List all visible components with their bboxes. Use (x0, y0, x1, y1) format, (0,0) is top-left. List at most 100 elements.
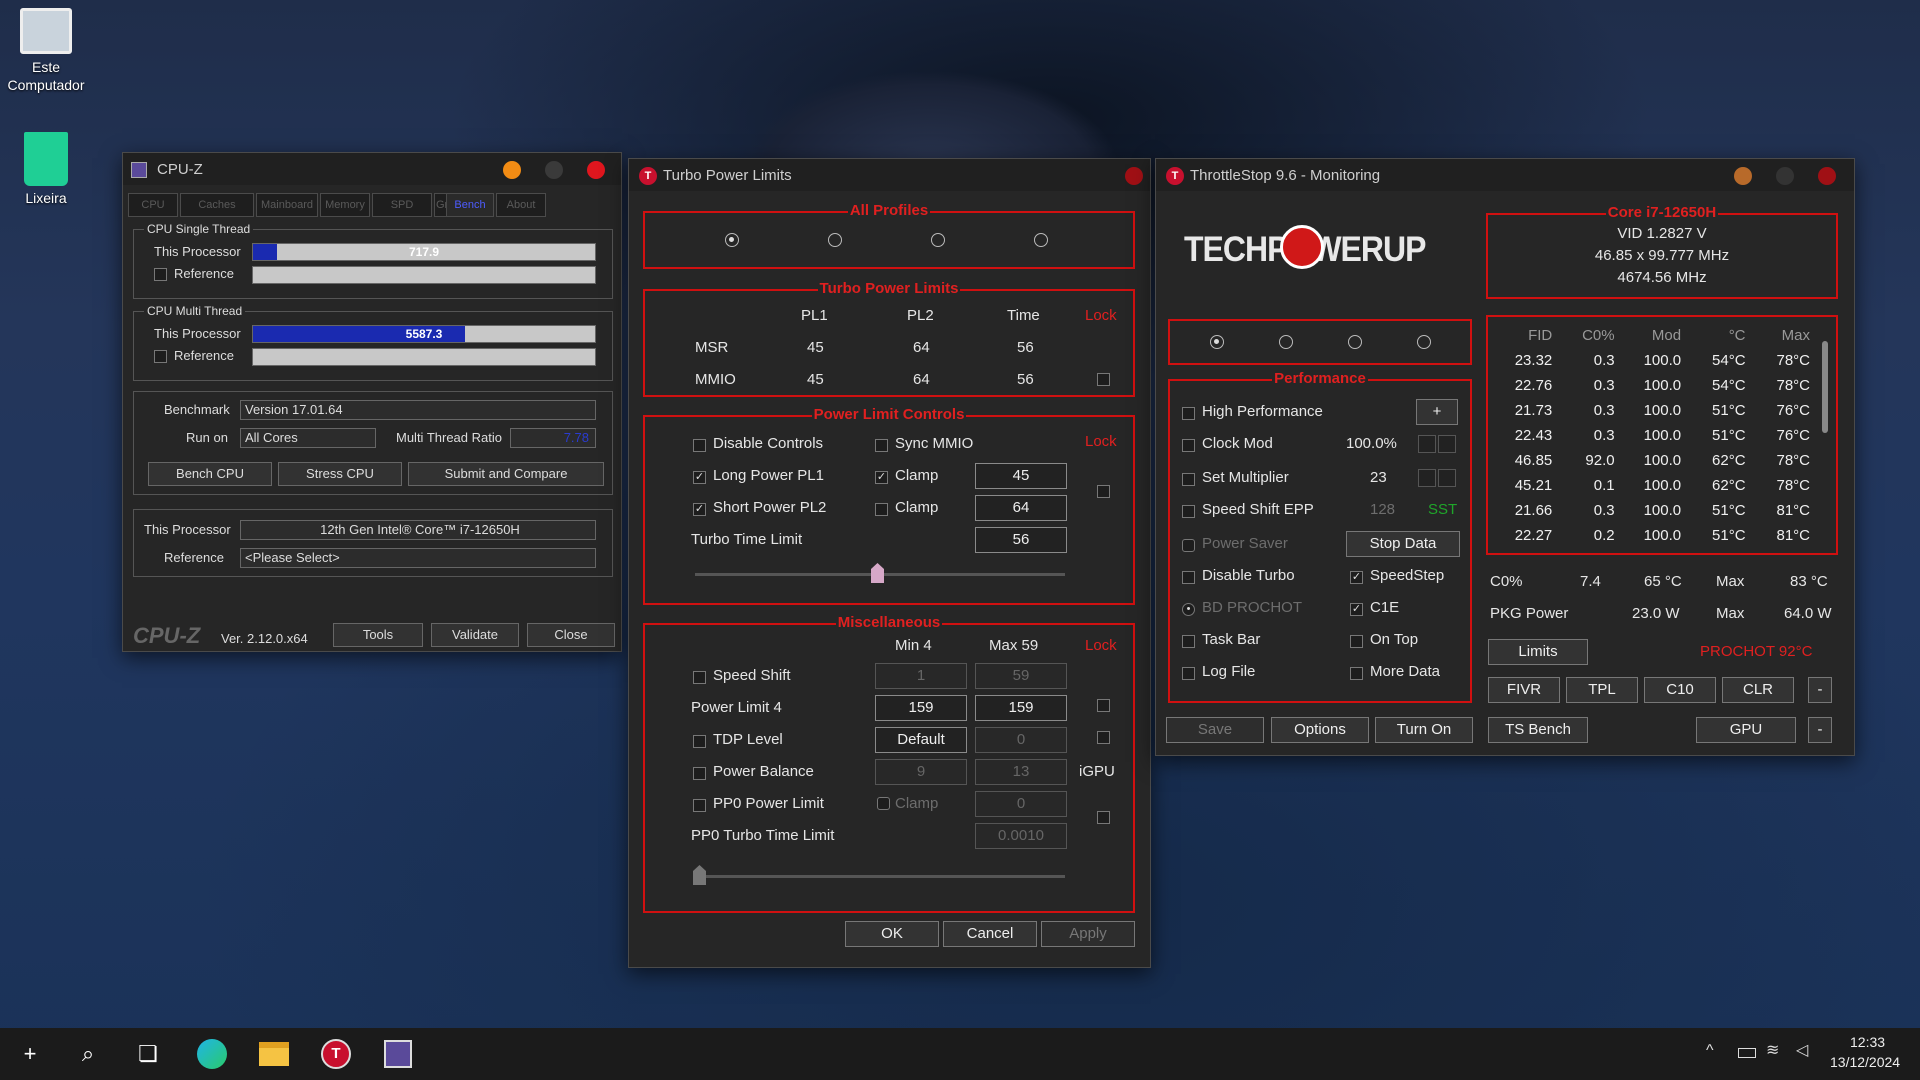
tab-memory[interactable]: Memory (320, 193, 370, 217)
turbo-time-slider-thumb[interactable] (871, 563, 884, 583)
sync-mmio-checkbox[interactable] (875, 439, 888, 452)
profile-radio-3[interactable] (1348, 335, 1362, 349)
stress-cpu-button[interactable]: Stress CPU (278, 462, 402, 486)
bench-cpu-button[interactable]: Bench CPU (148, 462, 272, 486)
apply-button[interactable]: Apply (1041, 921, 1135, 947)
clr-button[interactable]: CLR (1722, 677, 1794, 703)
tools-button[interactable]: Tools (333, 623, 423, 647)
profile-radio-2[interactable] (1279, 335, 1293, 349)
close-button[interactable] (587, 161, 605, 179)
ok-button[interactable]: OK (845, 921, 939, 947)
wifi-icon[interactable]: ≋ (1766, 1040, 1779, 1060)
tray-chevron-icon[interactable]: ^ (1706, 1042, 1714, 1060)
file-explorer-icon[interactable] (256, 1036, 292, 1072)
table-scrollbar[interactable] (1822, 341, 1828, 433)
close-button[interactable] (1818, 167, 1836, 185)
pl-lock-checkbox[interactable] (1097, 485, 1110, 498)
tdp-level-max[interactable]: 0 (975, 727, 1067, 753)
more-data-checkbox[interactable] (1350, 667, 1363, 680)
pl4-max[interactable]: 159 (975, 695, 1067, 721)
set-multiplier-checkbox[interactable] (1182, 473, 1195, 486)
tdp-lock-checkbox[interactable] (1097, 731, 1110, 744)
close-button[interactable] (1125, 167, 1143, 185)
desktop-icon-computer[interactable]: Este Computador (6, 8, 86, 94)
benchmark-select[interactable]: Version 17.01.64 (240, 400, 596, 420)
tpl-titlebar[interactable]: T Turbo Power Limits (629, 159, 1150, 191)
limits-button[interactable]: Limits (1488, 639, 1588, 665)
gpu-button[interactable]: GPU (1696, 717, 1796, 743)
clock-mod-checkbox[interactable] (1182, 439, 1195, 452)
tab-about[interactable]: About (496, 193, 546, 217)
close-button-footer[interactable]: Close (527, 623, 615, 647)
speed-shift-epp-checkbox[interactable] (1182, 505, 1195, 518)
profile-radio-1[interactable] (725, 233, 739, 247)
clock-time[interactable]: 12:33 (1850, 1034, 1885, 1050)
power-balance-checkbox[interactable] (693, 767, 706, 780)
throttlestop-taskbar-icon[interactable]: T (318, 1036, 354, 1072)
cpuz-taskbar-icon[interactable] (380, 1036, 416, 1072)
minimize-button[interactable] (1734, 167, 1752, 185)
long-power-checkbox[interactable]: ✓ (693, 471, 706, 484)
c10-button[interactable]: C10 (1644, 677, 1716, 703)
ts-titlebar[interactable]: T ThrottleStop 9.6 - Monitoring (1156, 159, 1854, 191)
multiplier-spin-up[interactable] (1438, 469, 1456, 487)
pp0-clamp-checkbox[interactable] (877, 797, 890, 810)
volume-icon[interactable]: ◁ (1796, 1040, 1808, 1060)
pl4-min[interactable]: 159 (875, 695, 967, 721)
pp0-slider-thumb[interactable] (693, 865, 706, 885)
tab-cpu[interactable]: CPU (128, 193, 178, 217)
profile-radio-4[interactable] (1417, 335, 1431, 349)
pl4-lock-checkbox[interactable] (1097, 699, 1110, 712)
clock-mod-spin-up[interactable] (1438, 435, 1456, 453)
pl2-input[interactable]: 64 (975, 495, 1067, 521)
save-button[interactable]: Save (1166, 717, 1264, 743)
reference-checkbox[interactable] (154, 268, 167, 281)
run-on-select[interactable]: All Cores (240, 428, 376, 448)
validate-button[interactable]: Validate (431, 623, 519, 647)
stop-data-button[interactable]: Stop Data (1346, 531, 1460, 557)
disable-turbo-checkbox[interactable] (1182, 571, 1195, 584)
pp0-slider-track[interactable] (695, 875, 1065, 878)
power-balance-max[interactable]: 13 (975, 759, 1067, 785)
pp0-limit-checkbox[interactable] (693, 799, 706, 812)
fivr-button[interactable]: FIVR (1488, 677, 1560, 703)
turn-on-button[interactable]: Turn On (1375, 717, 1473, 743)
high-performance-checkbox[interactable] (1182, 407, 1195, 420)
disable-controls-checkbox[interactable] (693, 439, 706, 452)
log-file-checkbox[interactable] (1182, 667, 1195, 680)
clock-mod-spin-down[interactable] (1418, 435, 1436, 453)
tpl-button[interactable]: TPL (1566, 677, 1638, 703)
tdp-level-checkbox[interactable] (693, 735, 706, 748)
edge-icon[interactable] (194, 1036, 230, 1072)
cancel-button[interactable]: Cancel (943, 921, 1037, 947)
tab-bench[interactable]: Bench (446, 193, 494, 217)
plus-icon[interactable]: + (12, 1036, 48, 1072)
task-bar-checkbox[interactable] (1182, 635, 1195, 648)
profile-radio-3[interactable] (931, 233, 945, 247)
plus-button[interactable]: + (1416, 399, 1458, 425)
tab-caches[interactable]: Caches (180, 193, 254, 217)
ref-select[interactable]: <Please Select> (240, 548, 596, 568)
tab-spd[interactable]: SPD (372, 193, 432, 217)
desktop-icon-recycle-bin[interactable]: Lixeira (6, 132, 86, 206)
clock-date[interactable]: 13/12/2024 (1830, 1054, 1900, 1070)
tab-mainboard[interactable]: Mainboard (256, 193, 318, 217)
power-saver-checkbox[interactable] (1182, 539, 1195, 552)
pl1-input[interactable]: 45 (975, 463, 1067, 489)
options-button[interactable]: Options (1271, 717, 1369, 743)
profile-radio-2[interactable] (828, 233, 842, 247)
profile-radio-1[interactable] (1210, 335, 1224, 349)
submit-compare-button[interactable]: Submit and Compare (408, 462, 604, 486)
reference-checkbox[interactable] (154, 350, 167, 363)
battery-icon[interactable] (1738, 1048, 1756, 1058)
pp0-lock-checkbox[interactable] (1097, 811, 1110, 824)
cpuz-titlebar[interactable]: CPU-Z (123, 153, 621, 185)
mmio-lock-checkbox[interactable] (1097, 373, 1110, 386)
clamp-pl2-checkbox[interactable] (875, 503, 888, 516)
turbo-time-input[interactable]: 56 (975, 527, 1067, 553)
profile-radio-4[interactable] (1034, 233, 1048, 247)
pp0-value[interactable]: 0 (975, 791, 1067, 817)
minus-button-2[interactable]: - (1808, 717, 1832, 743)
power-balance-min[interactable]: 9 (875, 759, 967, 785)
short-power-checkbox[interactable]: ✓ (693, 503, 706, 516)
